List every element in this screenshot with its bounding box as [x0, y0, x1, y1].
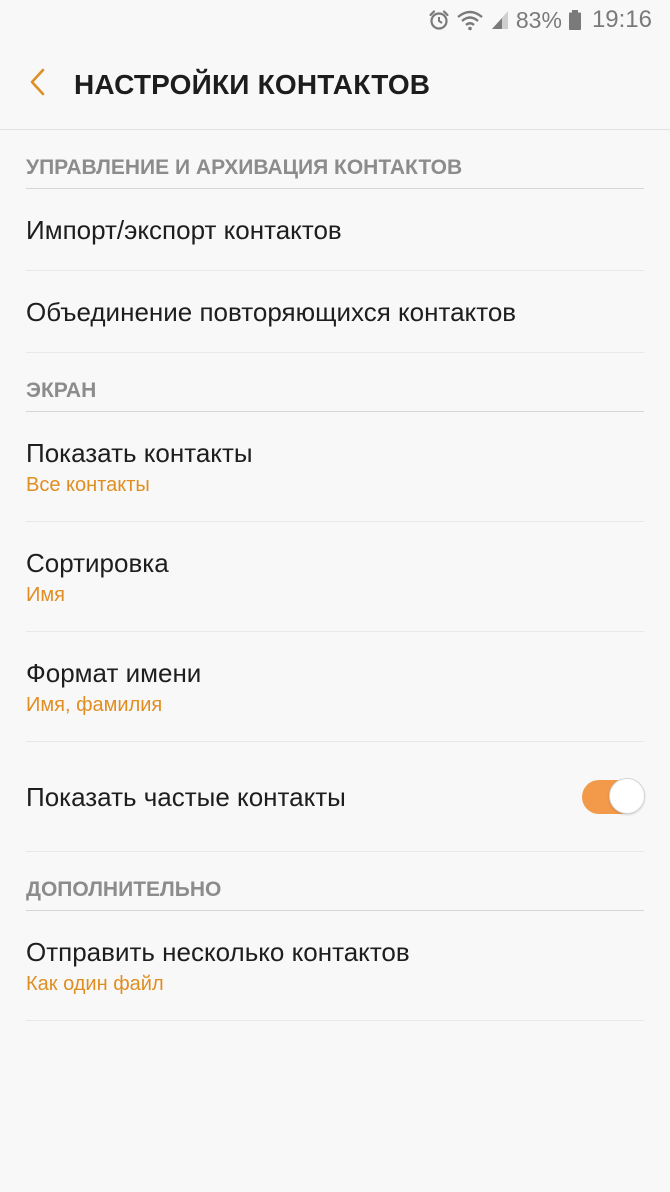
item-value: Все контакты	[26, 473, 150, 496]
item-value: Имя, фамилия	[26, 693, 163, 716]
show-frequent-contacts-item[interactable]: Показать частые контакты	[26, 742, 645, 852]
item-value: Имя	[26, 583, 65, 606]
clock-time: 19:16	[591, 6, 652, 33]
alarm-icon	[428, 9, 450, 31]
import-export-contacts-item[interactable]: Импорт/экспорт контактов	[26, 189, 644, 271]
section-header-advanced: ДОПОЛНИТЕЛЬНО	[26, 852, 644, 911]
sort-item[interactable]: Сортировка Имя	[26, 522, 644, 632]
item-title: Показать частые контакты	[26, 781, 346, 812]
item-title: Формат имени	[26, 657, 202, 688]
name-format-item[interactable]: Формат имени Имя, фамилия	[26, 632, 644, 742]
item-title: Сортировка	[26, 547, 169, 578]
chevron-left-icon	[28, 67, 46, 102]
frequent-contacts-toggle[interactable]	[582, 777, 645, 814]
wifi-icon	[456, 9, 484, 31]
item-value: Как один файл	[26, 972, 164, 995]
item-title: Показать контакты	[26, 437, 253, 468]
settings-list: УПРАВЛЕНИЕ И АРХИВАЦИЯ КОНТАКТОВ Импорт/…	[0, 130, 670, 1021]
item-title: Объединение повторяющихся контактов	[26, 296, 517, 327]
app-header: НАСТРОЙКИ КОНТАКТОВ	[0, 40, 670, 130]
signal-icon	[490, 9, 510, 31]
contacts-settings-screen: 83% 19:16 НАСТРОЙКИ КОНТАКТОВ УПРАВЛЕНИЕ…	[0, 0, 670, 1192]
section-header-contacts-management: УПРАВЛЕНИЕ И АРХИВАЦИЯ КОНТАКТОВ	[26, 130, 644, 189]
status-bar: 83% 19:16	[0, 0, 670, 40]
item-title: Отправить несколько контактов	[26, 936, 410, 967]
send-multiple-contacts-item[interactable]: Отправить несколько контактов Как один ф…	[26, 911, 644, 1021]
toggle-knob	[609, 777, 645, 814]
section-header-display: ЭКРАН	[26, 353, 644, 412]
battery-icon	[568, 9, 582, 31]
page-title: НАСТРОЙКИ КОНТАКТОВ	[74, 68, 431, 100]
merge-duplicate-contacts-item[interactable]: Объединение повторяющихся контактов	[26, 271, 644, 353]
show-contacts-item[interactable]: Показать контакты Все контакты	[26, 412, 644, 522]
battery-percent: 83%	[515, 6, 562, 33]
back-button[interactable]	[0, 40, 74, 130]
item-title: Импорт/экспорт контактов	[26, 214, 342, 245]
